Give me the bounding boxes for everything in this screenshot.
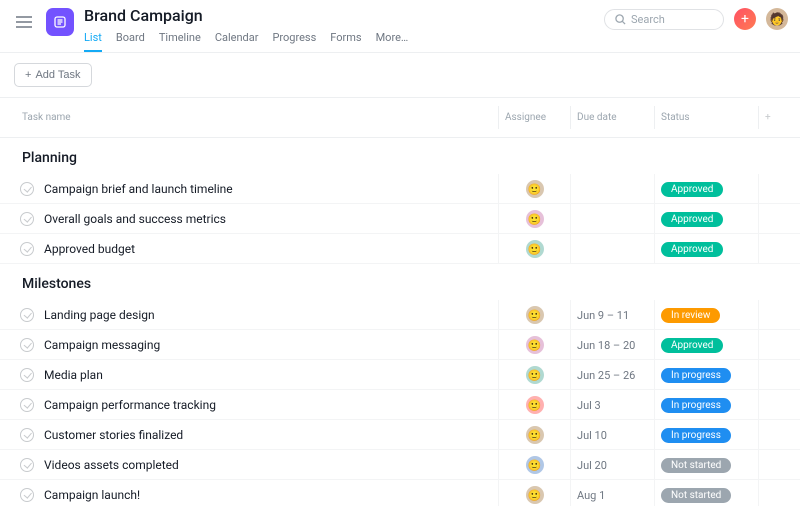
row-extra [758,234,786,264]
row-extra [758,174,786,204]
task-row[interactable]: Customer stories finalized 🙂 Jul 10 In prog… [0,420,800,450]
tab-board[interactable]: Board [116,31,145,52]
task-row[interactable]: Overall goals and success metrics 🙂 Approv… [0,204,800,234]
tab-more[interactable]: More… [376,31,409,52]
row-extra [758,420,786,450]
add-task-label: Add Task [35,69,80,81]
complete-checkbox[interactable] [20,338,34,352]
task-name: Campaign brief and launch timeline [44,182,233,196]
row-extra [758,204,786,234]
assignee-avatar[interactable]: 🙂 [526,366,544,384]
section-header[interactable]: Planning [0,138,800,174]
row-extra [758,360,786,390]
due-date[interactable]: Jul 10 [570,420,654,450]
task-row[interactable]: Approved budget 🙂 Approved [0,234,800,264]
row-extra [758,480,786,506]
tab-timeline[interactable]: Timeline [159,31,201,52]
task-row[interactable]: Videos assets completed 🙂 Jul 20 Not starte… [0,450,800,480]
column-header-due-date: Due date [570,106,654,129]
status-pill[interactable]: Approved [661,212,723,227]
current-user-avatar[interactable]: 🧑 [766,8,788,30]
due-date[interactable]: Jul 20 [570,450,654,480]
row-extra [758,300,786,330]
add-task-button[interactable]: + Add Task [14,63,92,87]
row-extra [758,450,786,480]
tab-progress[interactable]: Progress [272,31,316,52]
status-pill[interactable]: In progress [661,368,731,383]
complete-checkbox[interactable] [20,368,34,382]
assignee-avatar[interactable]: 🙂 [526,306,544,324]
search-placeholder: Search [631,13,665,26]
task-row[interactable]: Landing page design 🙂 Jun 9 – 11 In review [0,300,800,330]
add-column-button[interactable]: + [758,106,786,129]
project-title: Brand Campaign [84,6,604,25]
tab-calendar[interactable]: Calendar [215,31,259,52]
due-date[interactable] [570,234,654,264]
complete-checkbox[interactable] [20,212,34,226]
assignee-avatar[interactable]: 🙂 [526,180,544,198]
status-pill[interactable]: In review [661,308,720,323]
assignee-avatar[interactable]: 🙂 [526,336,544,354]
plus-icon: + [741,11,749,27]
due-date[interactable]: Aug 1 [570,480,654,506]
project-icon [46,8,74,36]
assignee-avatar[interactable]: 🙂 [526,240,544,258]
complete-checkbox[interactable] [20,458,34,472]
due-date[interactable]: Jun 9 – 11 [570,300,654,330]
row-extra [758,330,786,360]
column-header-task-name: Task name [14,112,498,123]
complete-checkbox[interactable] [20,428,34,442]
plus-icon: + [25,69,31,81]
task-name: Customer stories finalized [44,428,183,442]
assignee-avatar[interactable]: 🙂 [526,396,544,414]
task-name: Landing page design [44,308,155,322]
due-date[interactable]: Jun 18 – 20 [570,330,654,360]
menu-toggle[interactable] [12,10,36,34]
column-header-status: Status [654,106,758,129]
search-input[interactable]: Search [604,9,724,30]
complete-checkbox[interactable] [20,308,34,322]
search-icon [615,14,626,25]
task-name: Approved budget [44,242,135,256]
status-pill[interactable]: Not started [661,488,731,503]
row-extra [758,390,786,420]
status-pill[interactable]: In progress [661,398,731,413]
status-pill[interactable]: In progress [661,428,731,443]
status-pill[interactable]: Approved [661,182,723,197]
column-header-assignee: Assignee [498,106,570,129]
hamburger-icon [16,16,32,28]
task-row[interactable]: Media plan 🙂 Jun 25 – 26 In progress [0,360,800,390]
status-pill[interactable]: Approved [661,242,723,257]
status-pill[interactable]: Approved [661,338,723,353]
task-name: Campaign messaging [44,338,160,352]
due-date[interactable] [570,204,654,234]
complete-checkbox[interactable] [20,242,34,256]
section-header[interactable]: Milestones [0,264,800,300]
global-add-button[interactable]: + [734,8,756,30]
task-name: Overall goals and success metrics [44,212,226,226]
complete-checkbox[interactable] [20,398,34,412]
task-row[interactable]: Campaign performance tracking 🙂 Jul 3 In pr… [0,390,800,420]
task-row[interactable]: Campaign messaging 🙂 Jun 18 – 20 Approved [0,330,800,360]
due-date[interactable] [570,174,654,204]
task-name: Campaign performance tracking [44,398,216,412]
task-name: Videos assets completed [44,458,179,472]
due-date[interactable]: Jun 25 – 26 [570,360,654,390]
assignee-avatar[interactable]: 🙂 [526,426,544,444]
tab-list[interactable]: List [84,31,102,52]
assignee-avatar[interactable]: 🙂 [526,210,544,228]
assignee-avatar[interactable]: 🙂 [526,486,544,504]
complete-checkbox[interactable] [20,182,34,196]
task-name: Media plan [44,368,103,382]
task-row[interactable]: Campaign launch!🙂Aug 1Not started [0,480,800,506]
status-pill[interactable]: Not started [661,458,731,473]
due-date[interactable]: Jul 3 [570,390,654,420]
task-row[interactable]: Campaign brief and launch timeline 🙂 Appro… [0,174,800,204]
assignee-avatar[interactable]: 🙂 [526,456,544,474]
tab-forms[interactable]: Forms [330,31,361,52]
